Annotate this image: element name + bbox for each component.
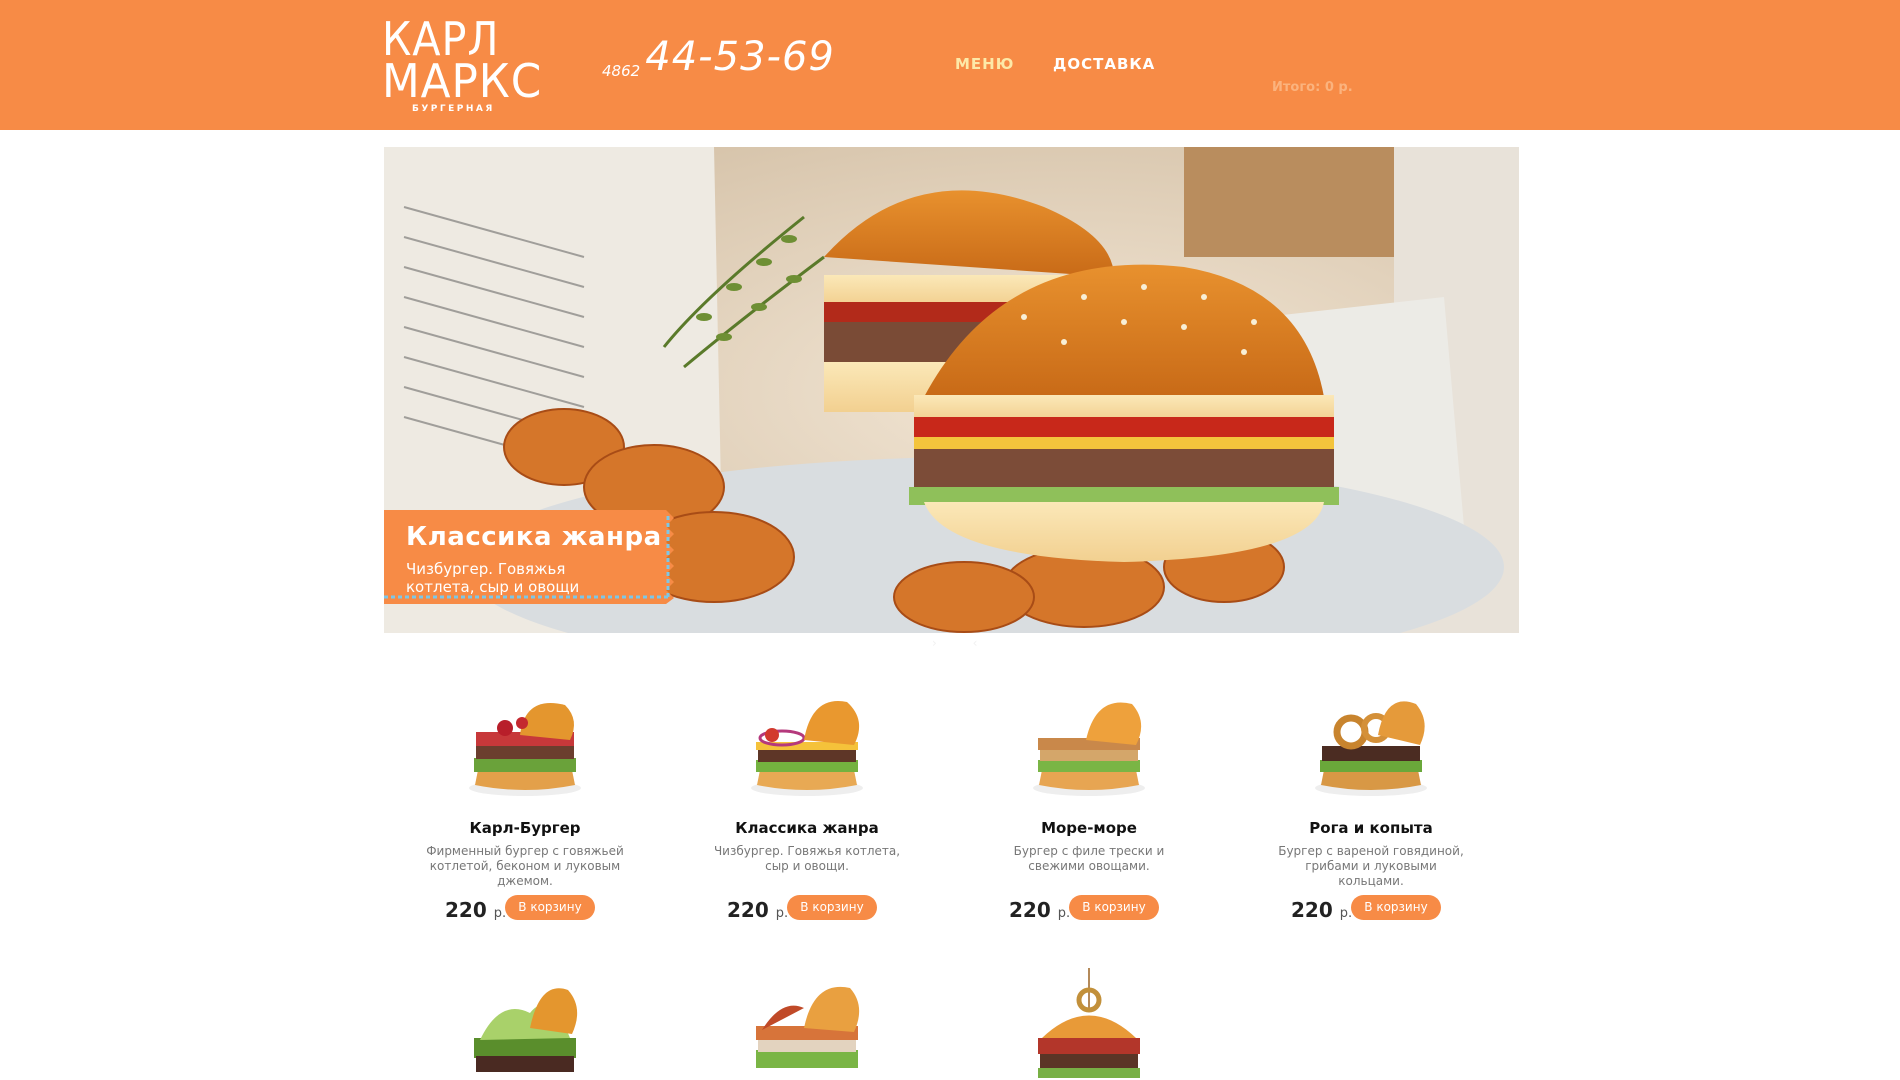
hero-slider[interactable]: Классика жанра Чизбургер. Говяжья котлет… — [384, 147, 1519, 633]
product-price: 220 р. — [1009, 898, 1070, 922]
cart-total-label: Итого: — [1272, 80, 1321, 95]
logo-line-2: МАРКС — [382, 54, 543, 108]
product-price-value: 220 — [1009, 898, 1051, 922]
site-header: КАРЛ МАРКС БУРГЕРНАЯ 4862 44-53-69 МЕНЮ … — [0, 0, 1900, 130]
burger-bacon-icon — [469, 703, 581, 796]
phone-number[interactable]: 4862 44-53-69 — [602, 34, 835, 80]
product-card: Классика жанра Чизбургер. Говяжья котлет… — [687, 690, 927, 922]
product-description: Бургер с филе трески и свежими овощами. — [1013, 844, 1165, 873]
burger-onion-rings-icon — [1315, 701, 1427, 796]
product-card: Карл-Бургер Фирменный бургер с говяжьей … — [405, 690, 645, 922]
logo-subtitle: БУРГЕРНАЯ — [412, 104, 495, 114]
add-to-cart-button[interactable]: В корзину — [1351, 895, 1441, 920]
slider-arrows[interactable]: › ‹ — [932, 636, 993, 650]
product-description: Чизбургер. Говяжья котлета, сыр и овощи. — [713, 844, 901, 873]
phone-digits: 44-53-69 — [645, 34, 835, 80]
product-description: Фирменный бургер с говяжьей котлетой, бе… — [426, 844, 624, 888]
burger-fish-icon — [1033, 702, 1145, 796]
product-price-value: 220 — [727, 898, 769, 922]
product-price-value: 220 — [445, 898, 487, 922]
nav-menu[interactable]: МЕНЮ — [955, 55, 1014, 73]
product-name[interactable]: Карл-Бургер — [405, 819, 645, 837]
product-name[interactable]: Море-море — [969, 819, 1209, 837]
hero-caption: Классика жанра Чизбургер. Говяжья котлет… — [384, 510, 674, 604]
product-card — [405, 968, 645, 1080]
cart-total[interactable]: Итого: 0 р. — [1272, 80, 1353, 95]
product-description: Бургер с вареной говядиной, грибами и лу… — [1278, 844, 1464, 888]
product-price: 220 р. — [445, 898, 506, 922]
product-card: Море-море Бургер с филе трески и свежими… — [969, 690, 1209, 922]
hero-title: Классика жанра — [406, 522, 662, 552]
product-price: 220 р. — [1291, 898, 1352, 922]
cart-total-value: 0 — [1324, 80, 1334, 95]
add-to-cart-button[interactable]: В корзину — [1069, 895, 1159, 920]
product-card — [687, 968, 927, 1080]
logo[interactable]: КАРЛ МАРКС БУРГЕРНАЯ — [382, 14, 543, 118]
nav-delivery[interactable]: ДОСТАВКА — [1053, 55, 1155, 73]
phone-code: 4862 — [602, 62, 641, 80]
add-to-cart-button[interactable]: В корзину — [787, 895, 877, 920]
product-card — [969, 968, 1209, 1080]
product-price-value: 220 — [1291, 898, 1333, 922]
hero-description: Чизбургер. Говяжья котлета, сыр и овощи — [406, 560, 580, 596]
burger-onion-skewer-icon — [1038, 968, 1140, 1078]
burger-lettuce-icon — [474, 988, 578, 1072]
product-name[interactable]: Классика жанра — [687, 819, 927, 837]
product-card: Рога и копыта Бургер с вареной говядиной… — [1251, 690, 1491, 922]
cart-total-currency: р. — [1338, 80, 1353, 95]
burger-chicken-icon — [756, 986, 860, 1068]
burger-cheese-icon — [751, 701, 863, 796]
product-price: 220 р. — [727, 898, 788, 922]
add-to-cart-button[interactable]: В корзину — [505, 895, 595, 920]
product-name[interactable]: Рога и копыта — [1251, 819, 1491, 837]
